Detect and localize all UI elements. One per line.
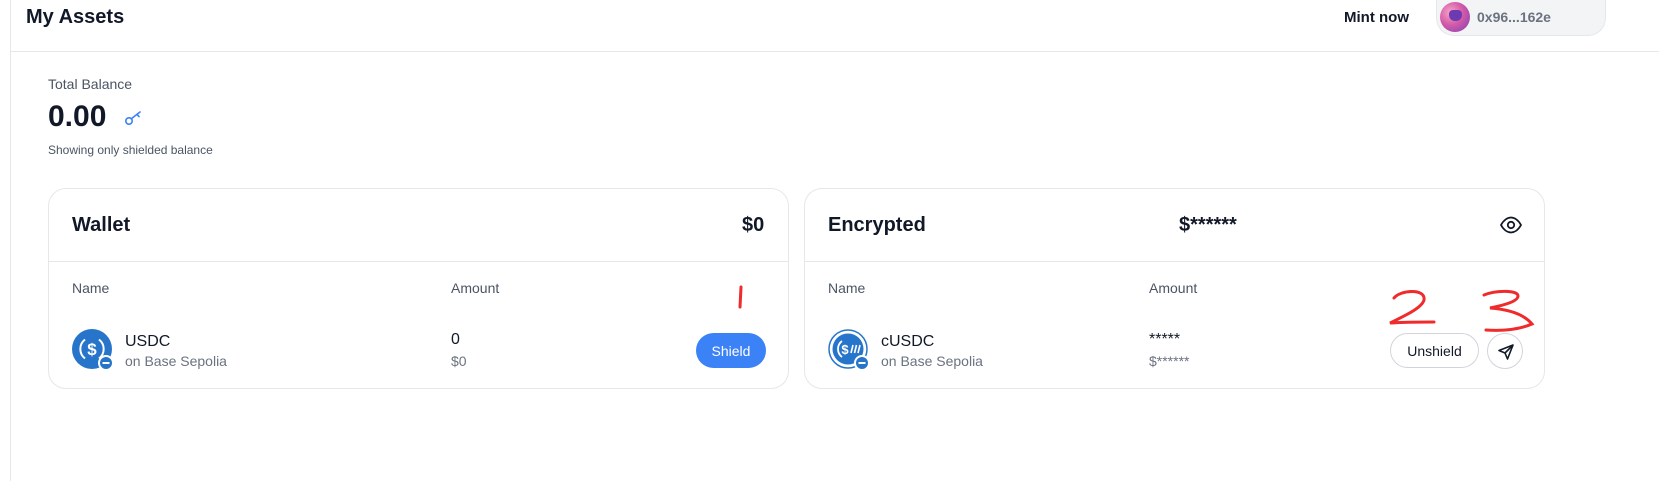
unshield-button[interactable]: Unshield xyxy=(1390,333,1479,368)
avatar xyxy=(1440,2,1470,32)
svg-text:$: $ xyxy=(87,340,97,359)
token-amount-usd: $****** xyxy=(1149,353,1190,369)
wallet-address: 0x96...162e xyxy=(1477,9,1551,25)
key-icon[interactable] xyxy=(124,110,144,126)
page-title: My Assets xyxy=(26,6,125,28)
balance-note: Showing only shielded balance xyxy=(48,143,213,157)
column-header-amount: Amount xyxy=(1149,280,1198,296)
mint-now-button[interactable]: Mint now xyxy=(1344,9,1409,26)
total-balance-value: 0.00 xyxy=(48,100,107,133)
total-balance-label: Total Balance xyxy=(48,76,133,92)
svg-text:$: $ xyxy=(841,342,849,357)
token-chain: on Base Sepolia xyxy=(881,353,983,369)
token-amount: 0 xyxy=(451,331,460,348)
encrypted-card-total: $****** xyxy=(1179,214,1237,236)
wallet-card-total: $0 xyxy=(742,214,765,236)
cusdc-logo-icon: $ xyxy=(828,329,870,371)
left-divider xyxy=(10,0,11,481)
token-chain: on Base Sepolia xyxy=(125,353,227,369)
eye-icon[interactable] xyxy=(1499,215,1523,235)
wallet-card: Wallet $0 Name Amount $ USDC on Base Sep… xyxy=(48,188,789,389)
encrypted-card: Encrypted $****** Name Amount $ cUSDC on… xyxy=(804,188,1545,389)
encrypted-card-header: Encrypted $****** xyxy=(805,189,1544,262)
token-amount: ***** xyxy=(1149,331,1181,348)
wallet-card-title: Wallet xyxy=(72,214,131,236)
token-amount-usd: $0 xyxy=(451,353,467,369)
encrypted-card-title: Encrypted xyxy=(828,214,926,236)
wallet-account-button[interactable]: 0x96...162e xyxy=(1436,0,1606,36)
send-icon xyxy=(1498,344,1514,360)
token-name: USDC xyxy=(125,333,171,350)
wallet-card-header: Wallet $0 xyxy=(49,189,788,262)
column-header-name: Name xyxy=(72,280,110,296)
send-button[interactable] xyxy=(1487,333,1523,369)
column-header-amount: Amount xyxy=(451,280,500,296)
token-name: cUSDC xyxy=(881,333,935,350)
shield-button[interactable]: Shield xyxy=(696,333,766,368)
usdc-logo-icon: $ xyxy=(72,329,114,371)
top-bar: My Assets Mint now 0x96...162e xyxy=(11,0,1659,52)
column-header-name: Name xyxy=(828,280,866,296)
